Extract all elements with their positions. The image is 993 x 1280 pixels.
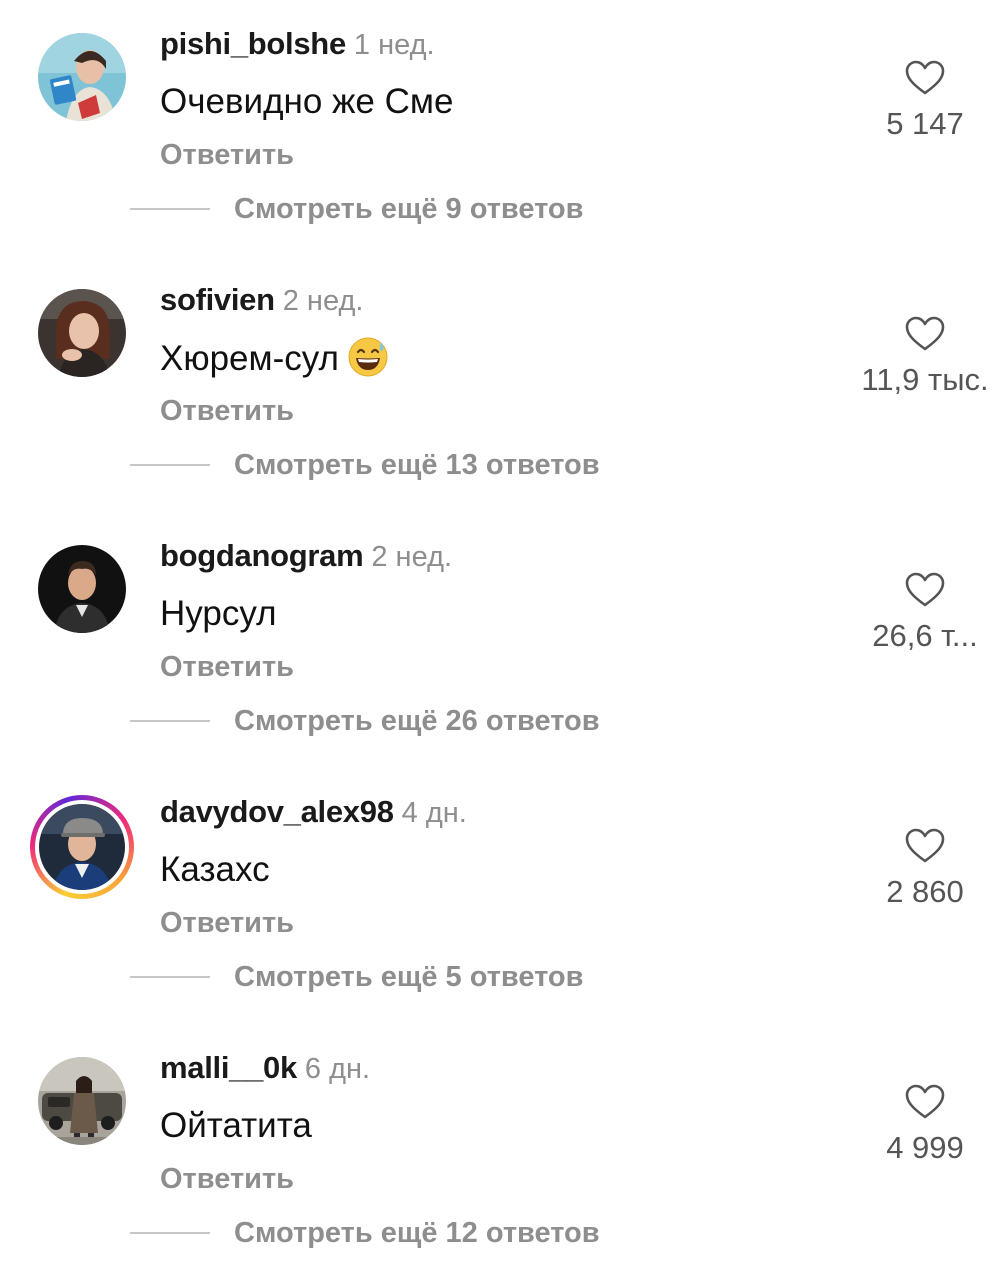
reply-button[interactable]: Ответить [160, 393, 294, 429]
comment-text: Очевидно же Сме [160, 80, 453, 124]
timestamp: 6 дн. [304, 1053, 371, 1085]
avatar-image [38, 289, 126, 377]
comment-item: bogdanogram 2 нед. Нурсул Ответить 26,6 т… [0, 512, 993, 768]
reply-button[interactable]: Ответить [160, 1161, 294, 1197]
view-more-replies[interactable]: Смотреть ещё 9 ответов [130, 189, 583, 229]
avatar-image [38, 1057, 126, 1145]
replies-divider [130, 976, 210, 978]
grinning-sweat-emoji-icon [348, 337, 388, 377]
view-more-replies[interactable]: Смотреть ещё 12 ответов [130, 1213, 600, 1253]
like-count: 5 147 [886, 106, 964, 141]
comment-body: Хюрем-сул [160, 339, 339, 378]
replies-divider [130, 720, 210, 722]
view-more-label: Смотреть ещё 9 ответов [234, 192, 584, 225]
avatar[interactable] [38, 289, 126, 377]
like-button[interactable]: 11,9 тыс. [850, 316, 993, 398]
comment-text: Нурсул [160, 592, 277, 636]
timestamp: 4 дн. [401, 797, 467, 829]
username[interactable]: pishi_bolshe [160, 26, 346, 61]
timestamp: 2 нед. [282, 285, 364, 317]
view-more-replies[interactable]: Смотреть ещё 26 ответов [130, 701, 600, 741]
like-button[interactable]: 26,6 т... [850, 572, 993, 654]
heart-icon [905, 572, 945, 607]
like-count: 26,6 т... [872, 618, 978, 653]
replies-divider [130, 1232, 210, 1234]
avatar-image [38, 545, 126, 633]
comment-item: davydov_alex98 4 дн. Казахс Ответить 2 86… [0, 768, 993, 1024]
username[interactable]: bogdanogram [160, 538, 364, 573]
username[interactable]: sofivien [160, 282, 275, 317]
comment-item: malli__0k 6 дн. Ойтатита Ответить 4 999 С… [0, 1024, 993, 1280]
comment-body: Очевидно же Сме [160, 82, 454, 121]
timestamp: 1 нед. [353, 29, 435, 61]
view-more-replies[interactable]: Смотреть ещё 5 ответов [130, 957, 583, 997]
comment-item: pishi_bolshe 1 нед. Очевидно же Сме Ответ… [0, 0, 993, 256]
comment-body: Ойтатита [160, 1106, 312, 1145]
comment-body: Нурсул [160, 594, 277, 633]
comment-meta: davydov_alex98 4 дн. [160, 794, 467, 831]
reply-button[interactable]: Ответить [160, 137, 294, 173]
view-more-label: Смотреть ещё 26 ответов [234, 704, 600, 737]
view-more-label: Смотреть ещё 12 ответов [234, 1216, 600, 1249]
view-more-label: Смотреть ещё 5 ответов [234, 960, 584, 993]
like-button[interactable]: 2 860 [850, 828, 993, 910]
like-button[interactable]: 5 147 [850, 60, 993, 142]
avatar[interactable] [38, 545, 126, 633]
reply-button[interactable]: Ответить [160, 649, 294, 685]
comment-meta: malli__0k 6 дн. [160, 1050, 370, 1087]
comment-meta: sofivien 2 нед. [160, 282, 363, 319]
comment-meta: pishi_bolshe 1 нед. [160, 26, 435, 63]
comment-body: Казахс [160, 850, 270, 889]
avatar-image [39, 804, 125, 890]
comment-item: sofivien 2 нед. Хюрем-сул Ответить 11,9 т… [0, 256, 993, 512]
replies-divider [130, 464, 210, 466]
view-more-replies[interactable]: Смотреть ещё 13 ответов [130, 445, 600, 485]
timestamp: 2 нед. [371, 541, 453, 573]
username[interactable]: malli__0k [160, 1050, 297, 1085]
like-count: 2 860 [886, 874, 964, 909]
avatar[interactable] [38, 1057, 126, 1145]
comment-text: Казахс [160, 848, 270, 892]
reply-button[interactable]: Ответить [160, 905, 294, 941]
username[interactable]: davydov_alex98 [160, 794, 394, 829]
heart-icon [905, 1084, 945, 1119]
heart-icon [905, 828, 945, 863]
like-count: 11,9 тыс. [861, 362, 989, 397]
comment-text: Ойтатита [160, 1104, 312, 1148]
heart-icon [905, 60, 945, 95]
view-more-label: Смотреть ещё 13 ответов [234, 448, 600, 481]
avatar-image [38, 33, 126, 121]
comment-text: Хюрем-сул [160, 336, 389, 381]
avatar[interactable] [38, 33, 126, 121]
heart-icon [905, 316, 945, 351]
like-count: 4 999 [886, 1130, 964, 1165]
avatar-with-story-ring[interactable] [30, 795, 134, 899]
replies-divider [130, 208, 210, 210]
comment-meta: bogdanogram 2 нед. [160, 538, 452, 575]
like-button[interactable]: 4 999 [850, 1084, 993, 1166]
